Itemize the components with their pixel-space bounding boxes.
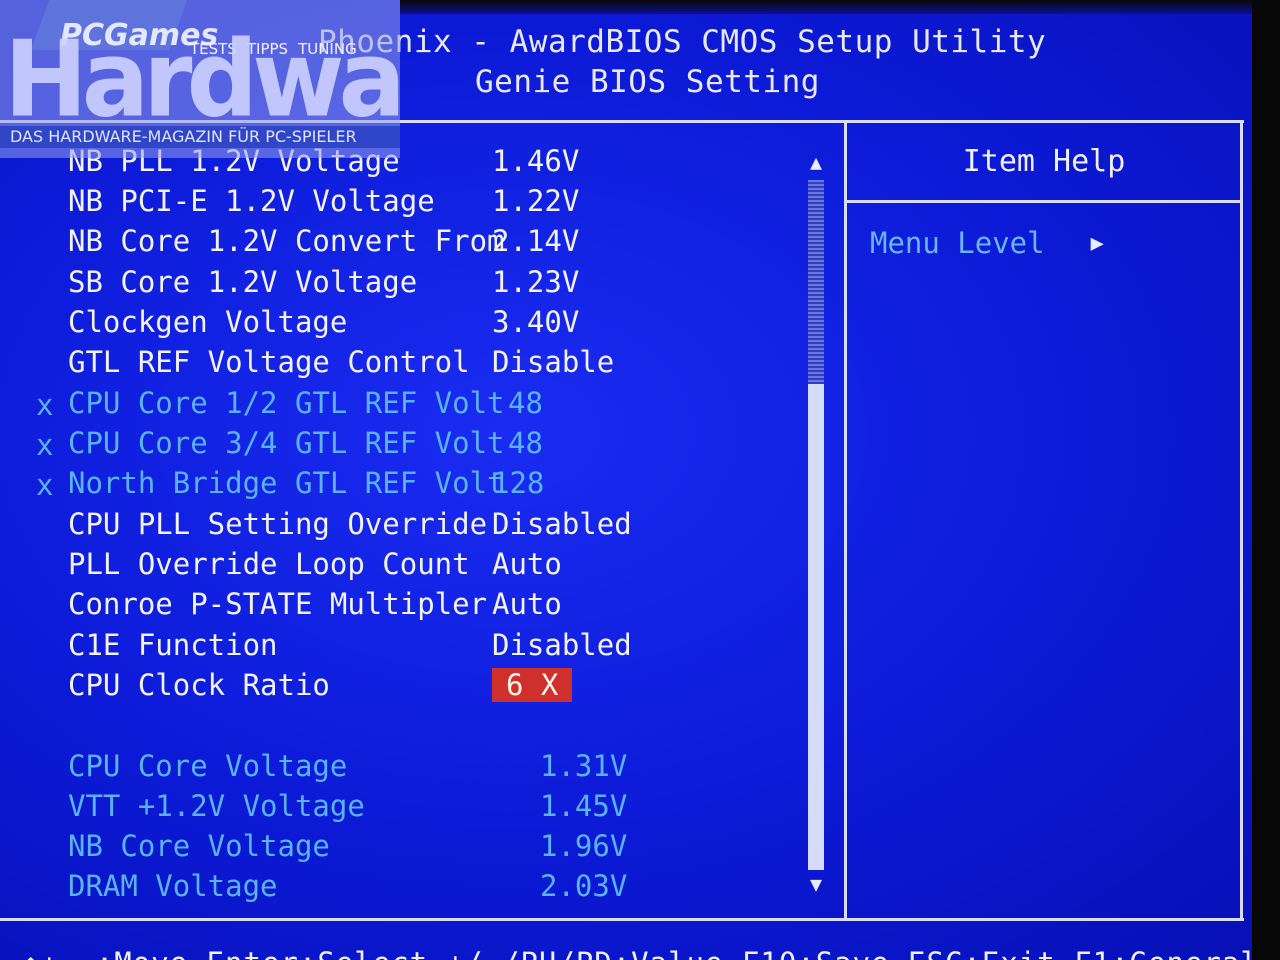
setting-row-cpu-pll-override[interactable]: CPU PLL Setting Override Disabled xyxy=(0,505,800,545)
setting-row-nb-core-convert[interactable]: NB Core 1.2V Convert From 2.14V xyxy=(0,222,800,262)
frame-bottom xyxy=(0,918,1244,921)
readout-label: DRAM Voltage xyxy=(68,869,278,903)
setting-row-sb-core[interactable]: SB Core 1.2V Voltage 1.23V xyxy=(0,263,800,303)
disabled-mark: x xyxy=(36,468,54,502)
setting-row-clockgen[interactable]: Clockgen Voltage 3.40V xyxy=(0,303,800,343)
setting-value[interactable]: 1.46V xyxy=(492,144,579,178)
readout-row-cpu-core: CPU Core Voltage 1.31V xyxy=(0,747,800,787)
setting-label: NB Core 1.2V Convert From xyxy=(68,224,505,258)
item-help-title: Item Help xyxy=(962,144,1126,179)
setting-value[interactable]: 1.23V xyxy=(492,265,579,299)
setting-value[interactable]: Auto xyxy=(492,547,562,581)
setting-label: NB PCI-E 1.2V Voltage xyxy=(68,184,435,218)
setting-label: PLL Override Loop Count xyxy=(68,547,470,581)
scrollbar-thumb[interactable] xyxy=(808,384,824,870)
setting-row-nb-gtl: x North Bridge GTL REF Volt 128 xyxy=(0,464,800,504)
setting-value[interactable]: Auto xyxy=(492,587,562,621)
setting-row-cpu-core-34-gtl: x CPU Core 3/4 GTL REF Volt 48 xyxy=(0,424,800,464)
setting-label: North Bridge GTL REF Volt xyxy=(68,466,505,500)
readout-value: 1.45V xyxy=(540,789,628,823)
setting-value[interactable]: Disabled xyxy=(492,628,632,662)
scroll-down-arrow-icon[interactable]: ▼ xyxy=(804,872,828,896)
disabled-mark: x xyxy=(36,388,54,422)
bios-screen: Phoenix - AwardBIOS CMOS Setup Utility G… xyxy=(0,0,1280,960)
setting-label: Conroe P-STATE Multipler xyxy=(68,587,488,621)
setting-row-cpu-core-12-gtl: x CPU Core 1/2 GTL REF Volt 48 xyxy=(0,384,800,424)
setting-value[interactable]: Disable xyxy=(492,345,614,379)
readout-value: 2.03V xyxy=(540,869,628,903)
help-divider xyxy=(846,200,1241,203)
readout-row-dram: DRAM Voltage 2.03V xyxy=(0,867,800,907)
setting-row-c1e[interactable]: C1E Function Disabled xyxy=(0,626,800,666)
setting-value: 128 xyxy=(492,466,545,500)
page-title: Genie BIOS Setting xyxy=(475,64,820,100)
setting-value[interactable]: 2.14V xyxy=(492,224,579,258)
setting-label: CPU Core 1/2 GTL REF Volt xyxy=(68,386,505,420)
readout-value: 1.96V xyxy=(540,829,628,863)
watermark-logo: PCGames TESTSTIPPSTUNING Hardware DAS HA… xyxy=(0,0,400,158)
disabled-mark: x xyxy=(36,428,54,462)
setting-label: CPU Clock Ratio xyxy=(68,668,330,702)
logo-brand-large: Hardware xyxy=(4,18,400,141)
key-help-bar: ↑↓→←:Move Enter:Select +/-/PU/PD:Value F… xyxy=(0,928,1252,960)
setting-label: GTL REF Voltage Control xyxy=(68,345,470,379)
setting-value[interactable]: 3.40V xyxy=(492,305,579,339)
menu-level-label: Menu Level xyxy=(870,226,1045,260)
frame-divider xyxy=(844,120,847,921)
setting-label: CPU Core 3/4 GTL REF Volt xyxy=(68,426,505,460)
setting-value: 48 xyxy=(508,386,543,420)
setting-row-conroe-pstate[interactable]: Conroe P-STATE Multipler Auto xyxy=(0,585,800,625)
setting-label: Clockgen Voltage xyxy=(68,305,348,339)
key-help-text: ↑↓→←:Move Enter:Select +/-/PU/PD:Value F… xyxy=(22,946,1252,960)
setting-row-pll-loop-count[interactable]: PLL Override Loop Count Auto xyxy=(0,545,800,585)
readout-label: VTT +1.2V Voltage xyxy=(68,789,365,823)
readout-row-nb-core: NB Core Voltage 1.96V xyxy=(0,827,800,867)
scroll-up-arrow-icon[interactable]: ▲ xyxy=(804,150,828,174)
readout-label: NB Core Voltage xyxy=(68,829,330,863)
readout-label: CPU Core Voltage xyxy=(68,749,348,783)
setting-row-nb-pcie[interactable]: NB PCI-E 1.2V Voltage 1.22V xyxy=(0,182,800,222)
menu-level: Menu Level ▶ xyxy=(870,226,1104,260)
setting-row-cpu-clock-ratio[interactable]: CPU Clock Ratio 6 X xyxy=(0,666,800,706)
selected-value[interactable]: 6 X xyxy=(492,668,573,702)
setting-value[interactable]: 1.22V xyxy=(492,184,579,218)
monitor-bezel-right xyxy=(1252,0,1280,960)
menu-level-arrow-icon: ▶ xyxy=(1090,231,1104,256)
monitor-bezel-top xyxy=(400,0,1280,14)
readout-value: 1.31V xyxy=(540,749,628,783)
setting-label: SB Core 1.2V Voltage xyxy=(68,265,418,299)
setting-value[interactable]: Disabled xyxy=(492,507,632,541)
readout-row-vtt: VTT +1.2V Voltage 1.45V xyxy=(0,787,800,827)
logo-tagline: DAS HARDWARE-MAGAZIN FÜR PC-SPIELER xyxy=(10,127,357,146)
setting-label: C1E Function xyxy=(68,628,278,662)
setting-label: CPU PLL Setting Override xyxy=(68,507,488,541)
setting-value: 48 xyxy=(508,426,543,460)
frame-right xyxy=(1240,120,1243,921)
setting-row-gtl-ref-control[interactable]: GTL REF Voltage Control Disable xyxy=(0,343,800,383)
